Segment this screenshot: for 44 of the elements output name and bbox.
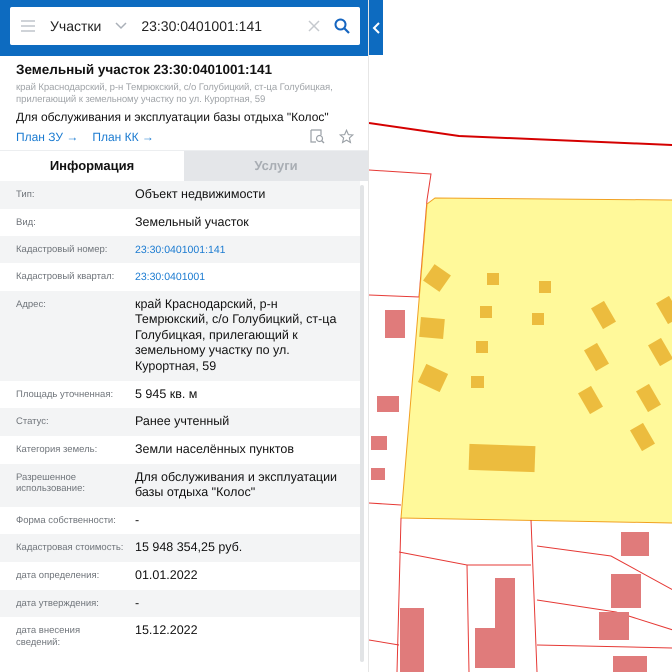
star-icon[interactable] (339, 129, 354, 144)
field-value: Земли населённых пунктов (135, 442, 295, 458)
field-label: дата внесения сведений: (16, 624, 82, 648)
object-purpose: Для обслуживания и эксплуатации базы отдыха "Колос" (16, 110, 330, 124)
field-label: Кадастровый номер: (16, 243, 108, 256)
field-value: Ранее учтенный (135, 414, 230, 430)
category-dropdown[interactable]: Участки (50, 18, 102, 34)
field-value: - (135, 512, 140, 528)
field-label: Статус: (16, 415, 50, 428)
field-label: Площадь уточненная: (16, 388, 114, 400)
collapse-panel-button[interactable] (369, 0, 383, 55)
field-value: 15 948 354,25 руб. (135, 540, 244, 556)
field-value: Земельный участок (135, 214, 250, 230)
object-address: край Краснодарский, р-н Темрюкский, с/о Голубицкий, ст-ца Голубицкая, прилегающий к земельному участку по ул. Курортная, 59 (16, 82, 334, 105)
field-link[interactable]: 23:30:0401001 (135, 269, 350, 284)
field-label: дата определения: (16, 569, 100, 582)
field-value: 01.01.2022 (135, 568, 199, 584)
chevron-down-icon[interactable] (115, 22, 128, 30)
field-label: дата утверждения: (16, 596, 100, 610)
chevron-left-icon (372, 22, 380, 34)
field-label: Вид: (16, 216, 37, 228)
menu-icon[interactable] (20, 19, 36, 33)
field-value: 5 945 кв. м (135, 386, 198, 402)
field-value: Объект недвижимости (135, 187, 266, 203)
field-link[interactable]: 23:30:0401001:141 (135, 242, 350, 258)
search-icon[interactable] (334, 18, 350, 34)
close-icon[interactable] (308, 20, 320, 32)
field-label: Кадастровый квартал: (16, 270, 116, 283)
document-search-icon[interactable] (310, 129, 325, 144)
object-title: Земельный участок 23:30:0401001:141 (16, 62, 274, 77)
plan-link[interactable]: План ЗУ → (16, 130, 78, 144)
field-label: Форма собственности: (16, 514, 117, 526)
plan-link[interactable]: План КК → (92, 130, 154, 144)
field-value: Для обслуживания и эксплуатации базы отдыха "Колос" (135, 470, 338, 501)
search-field[interactable]: Участки 23:30:0401001:141 (10, 7, 360, 45)
field-value: - (135, 596, 140, 612)
field-value: край Краснодарский, р-н Темрюкский, с/о Голубицкий, ст-ца Голубицкая, прилегающий к земельному участку по ул. Курортная, 59 (135, 296, 338, 375)
field-label: Разрешенное использование: (16, 470, 86, 494)
field-label: Кадастровая стоимость: (16, 541, 124, 554)
field-value: 15.12.2022 (135, 623, 199, 639)
field-label: Категория земель: (16, 442, 98, 456)
search-input[interactable]: 23:30:0401001:141 (141, 18, 294, 34)
field-label: Адрес: (16, 298, 47, 310)
field-label: Тип: (16, 188, 36, 200)
